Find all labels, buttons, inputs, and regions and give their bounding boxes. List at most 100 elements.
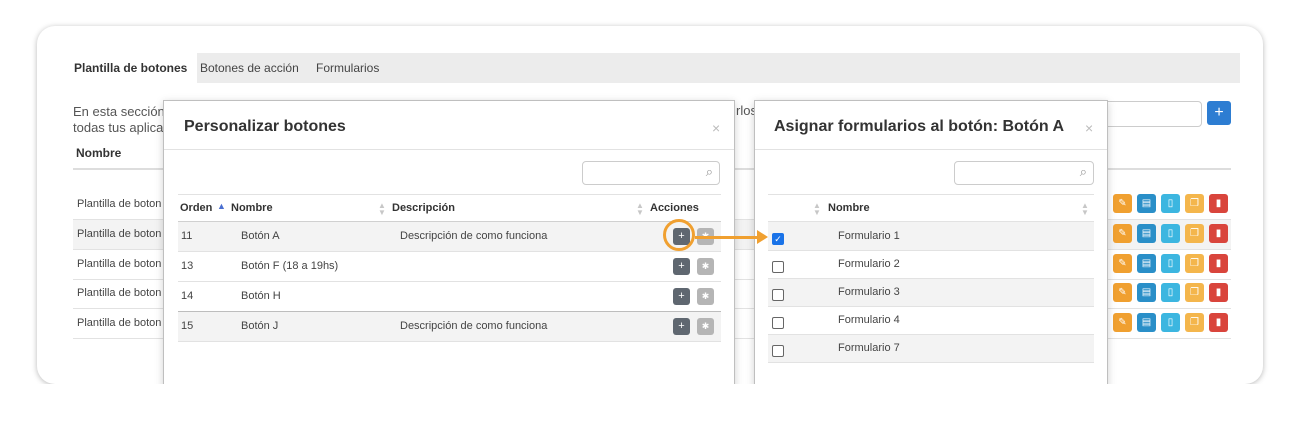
row-label: Plantilla de boton (77, 228, 162, 240)
copy-icon[interactable]: ❐ (1185, 254, 1204, 273)
add-form-button[interactable]: + (673, 318, 690, 335)
table-row[interactable]: 11 Botón A Descripción de como funciona … (178, 222, 721, 252)
row-label: Plantilla de boton (77, 317, 162, 329)
row-label: Plantilla de boton (77, 287, 162, 299)
cell-nombre: Formulario 1 (838, 230, 900, 242)
copy-icon[interactable]: ❐ (1185, 283, 1204, 302)
column-header-descripcion[interactable]: Descripción (392, 202, 455, 214)
tab-plantilla-de-botones[interactable]: Plantilla de botones (64, 53, 198, 83)
tab-bar: Plantilla de botones Botones de acción F… (64, 53, 1240, 83)
search-icon: ⌕ (1079, 164, 1087, 179)
table-top-border (768, 194, 1094, 195)
cell-nombre: Formulario 3 (838, 286, 900, 298)
copy-icon[interactable]: ❐ (1185, 224, 1204, 243)
annotation-arrow (695, 236, 759, 239)
asignar-formularios-modal: Asignar formularios al botón: Botón A × … (754, 100, 1108, 392)
sort-icon[interactable]: ▲ ▼ (813, 202, 821, 217)
tab-formularios[interactable]: Formularios (306, 53, 389, 83)
add-form-button[interactable]: + (673, 288, 690, 305)
cell-orden: 15 (181, 320, 194, 332)
tab-botones-de-accion[interactable]: Botones de acción (190, 53, 309, 83)
column-header-nombre[interactable]: Nombre (828, 202, 870, 214)
mobile-icon[interactable]: ▯ (1161, 313, 1180, 332)
delete-icon[interactable]: ▮ (1209, 254, 1228, 273)
mobile-icon[interactable]: ▯ (1161, 254, 1180, 273)
gear-icon[interactable]: ✱ (697, 258, 714, 275)
arrow-head-icon (757, 230, 768, 244)
document-icon[interactable]: ▤ (1137, 283, 1156, 302)
edit-icon[interactable]: ✎ (1113, 224, 1132, 243)
row-label: Plantilla de boton (77, 198, 162, 210)
cell-descripcion: Descripción de como funciona (400, 320, 548, 332)
modal-divider (755, 149, 1107, 150)
delete-icon[interactable]: ▮ (1209, 313, 1228, 332)
sort-icon[interactable]: ▲ ▼ (378, 202, 386, 217)
background-add-button[interactable]: + (1207, 101, 1231, 125)
intro-text-line-1: En esta sección (73, 104, 165, 119)
background-search-input[interactable] (1104, 101, 1202, 127)
column-header-orden[interactable]: Orden (180, 202, 212, 214)
table-row[interactable]: Formulario 3 (768, 279, 1094, 307)
delete-icon[interactable]: ▮ (1209, 224, 1228, 243)
copy-icon[interactable]: ❐ (1185, 194, 1204, 213)
personalizar-botones-modal: Personalizar botones × ⌕ Orden ▲ Nombre … (163, 100, 735, 392)
cell-orden: 14 (181, 290, 194, 302)
edit-icon[interactable]: ✎ (1113, 313, 1132, 332)
cell-nombre: Botón F (18 a 19hs) (241, 260, 339, 272)
delete-icon[interactable]: ▮ (1209, 283, 1228, 302)
checkbox[interactable] (772, 317, 784, 329)
document-icon[interactable]: ▤ (1137, 254, 1156, 273)
cell-descripcion: Descripción de como funciona (400, 230, 548, 242)
document-icon[interactable]: ▤ (1137, 313, 1156, 332)
table-row[interactable]: Formulario 4 (768, 307, 1094, 335)
sort-icon[interactable]: ▲ ▼ (1081, 202, 1089, 217)
search-icon: ⌕ (705, 164, 713, 179)
cell-nombre: Formulario 4 (838, 314, 900, 326)
column-header-acciones: Acciones (650, 202, 699, 214)
sort-icon[interactable]: ▲ ▼ (636, 202, 644, 217)
modal-title: Personalizar botones (184, 118, 346, 135)
table-top-border (178, 194, 721, 195)
search-input[interactable]: ⌕ (954, 161, 1094, 185)
table-row[interactable]: 14 Botón H + ✱ (178, 282, 721, 313)
table-row[interactable]: 13 Botón F (18 a 19hs) + ✱ (178, 252, 721, 282)
checkbox[interactable] (772, 261, 784, 273)
edit-icon[interactable]: ✎ (1113, 254, 1132, 273)
edit-icon[interactable]: ✎ (1113, 194, 1132, 213)
table-row[interactable]: 15 Botón J Descripción de como funciona … (178, 312, 721, 342)
mobile-icon[interactable]: ▯ (1161, 194, 1180, 213)
cell-nombre: Botón A (241, 230, 280, 242)
highlight-ring (663, 219, 695, 251)
search-input[interactable]: ⌕ (582, 161, 720, 185)
table-row[interactable]: ✓ Formulario 1 (768, 222, 1094, 251)
gear-icon[interactable]: ✱ (697, 288, 714, 305)
close-icon[interactable]: × (712, 120, 720, 136)
delete-icon[interactable]: ▮ (1209, 194, 1228, 213)
cell-nombre: Formulario 7 (838, 342, 900, 354)
checkbox[interactable] (772, 345, 784, 357)
edit-icon[interactable]: ✎ (1113, 283, 1132, 302)
cell-nombre: Botón J (241, 320, 279, 332)
column-header-nombre[interactable]: Nombre (231, 202, 273, 214)
checkbox[interactable] (772, 289, 784, 301)
mobile-icon[interactable]: ▯ (1161, 224, 1180, 243)
checkbox-checked[interactable]: ✓ (772, 233, 784, 245)
table-row[interactable]: Formulario 2 (768, 251, 1094, 279)
gear-icon[interactable]: ✱ (697, 318, 714, 335)
cell-orden: 11 (181, 230, 193, 242)
row-label: Plantilla de boton (77, 258, 162, 270)
column-header-nombre: Nombre (76, 146, 122, 160)
document-icon[interactable]: ▤ (1137, 224, 1156, 243)
cell-nombre: Botón H (241, 290, 281, 302)
close-icon[interactable]: × (1085, 120, 1093, 136)
copy-icon[interactable]: ❐ (1185, 313, 1204, 332)
document-icon[interactable]: ▤ (1137, 194, 1156, 213)
modal-divider (164, 149, 734, 150)
intro-text-line-2: todas tus aplica (73, 120, 164, 135)
mobile-icon[interactable]: ▯ (1161, 283, 1180, 302)
page-bottom-margin (0, 384, 1300, 428)
add-form-button[interactable]: + (673, 258, 690, 275)
sort-asc-icon[interactable]: ▲ (217, 202, 226, 211)
modal-title: Asignar formularios al botón: Botón A (774, 118, 1065, 135)
table-row[interactable]: Formulario 7 (768, 335, 1094, 363)
